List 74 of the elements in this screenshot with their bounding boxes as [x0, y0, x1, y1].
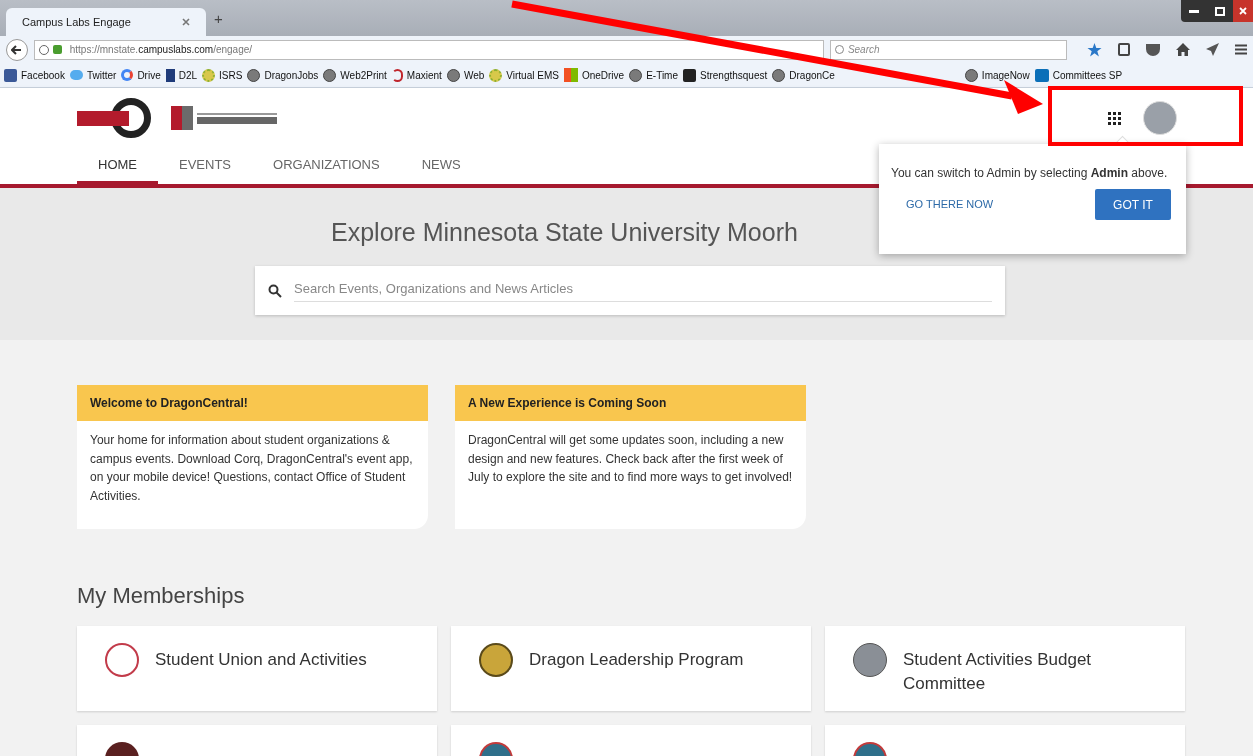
address-bar[interactable]: https://mnstate.campuslabs.com/engage/: [33, 39, 824, 60]
university-logo[interactable]: [171, 106, 277, 130]
bookmark-item[interactable]: E-Time: [629, 67, 678, 83]
send-icon[interactable]: [1206, 43, 1219, 56]
bookmark-item[interactable]: Virtual EMS: [489, 67, 559, 83]
go-there-now-link[interactable]: GO THERE NOW: [906, 196, 994, 213]
avatar[interactable]: [1143, 101, 1177, 135]
bookmark-item[interactable]: Committees SP: [1034, 67, 1123, 83]
bookmark-icon: [247, 68, 261, 82]
bookmark-icon: [772, 68, 786, 82]
menu-icon[interactable]: [1235, 44, 1247, 55]
got-it-button[interactable]: GOT IT: [1095, 189, 1171, 220]
bookmark-item[interactable]: Web: [446, 67, 485, 83]
bookmark-icon: [121, 69, 134, 81]
bookmark-item[interactable]: Web2Print: [323, 67, 387, 83]
new-tab-button[interactable]: +: [214, 7, 223, 30]
bookmark-icon: [964, 68, 978, 82]
popover-message: You can switch to Admin by selecting Admin above.: [891, 165, 1169, 182]
notice-title: Welcome to DragonCentral!: [77, 385, 428, 421]
bookmark-item[interactable]: D2L: [165, 67, 198, 83]
bookmark-icon: [4, 68, 17, 82]
home-icon[interactable]: [1176, 43, 1190, 56]
bookmark-icon: [69, 70, 83, 80]
notice-body: DragonCentral will get some updates soon, including a new design and new features. Check back after the first week of July to explore the site and to find more ways to get involved!: [467, 432, 794, 486]
bookmark-item[interactable]: ISRS: [202, 67, 243, 83]
bookmark-icon: [629, 68, 643, 82]
page-title: Explore Minnesota State University Moorh: [331, 217, 798, 248]
search-field[interactable]: Search: [829, 39, 1067, 60]
bookmark-icon: [202, 68, 216, 82]
nav-tab[interactable]: ORGANIZATIONS: [252, 148, 401, 184]
reading-list-icon[interactable]: [1118, 43, 1130, 56]
membership-card[interactable]: Student Activities Budget Committee: [825, 626, 1185, 711]
organization-logo-icon: [105, 643, 139, 677]
close-icon: [1239, 7, 1247, 15]
bookmark-item[interactable]: Facebook: [4, 67, 65, 83]
membership-card[interactable]: Dragon Leadership Program: [451, 626, 811, 711]
bookmark-icon: [1034, 68, 1049, 82]
bookmark-icon: [323, 68, 337, 82]
bookmark-item[interactable]: DragonJobs: [247, 67, 319, 83]
bookmark-item[interactable]: Maxient: [391, 67, 442, 83]
lock-icon: [52, 45, 62, 54]
organization-logo-icon: [853, 643, 887, 677]
apps-grid-icon[interactable]: [1108, 111, 1121, 125]
nav-tab[interactable]: EVENTS: [158, 148, 252, 184]
dragoncentral-logo[interactable]: [77, 96, 153, 140]
search-field[interactable]: Search Events, Organizations and News Articles: [255, 266, 1005, 315]
bookmark-icon: [391, 68, 403, 82]
section-title: My Memberships: [77, 582, 246, 610]
notice-body: Your home for information about student organizations & campus events. Download Corq, DragonCentral's event app, on your mobile device! Questions, contact Office of Student Activities.: [89, 432, 414, 505]
bookmark-icon: [165, 68, 175, 82]
nav-tab[interactable]: NEWS: [400, 148, 482, 184]
close-window-button[interactable]: [1233, 0, 1253, 22]
bookmark-icon: [683, 68, 696, 82]
bookmark-item[interactable]: DragonCe: [772, 67, 835, 83]
back-arrow-icon: [11, 44, 23, 55]
url-text: https://mnstate.campuslabs.com/engage/: [69, 43, 253, 57]
close-icon[interactable]: [182, 18, 190, 26]
bookmark-item[interactable]: Twitter: [69, 67, 117, 83]
membership-card[interactable]: Student Union and Activities: [77, 626, 437, 711]
back-button[interactable]: [6, 38, 28, 61]
nav-tab[interactable]: HOME: [77, 148, 158, 184]
search-icon: [268, 283, 282, 298]
browser-tab[interactable]: Campus Labs Engage: [6, 8, 206, 36]
bookmark-item[interactable]: Strengthsquest: [683, 67, 768, 83]
bookmark-item[interactable]: Drive: [121, 67, 161, 83]
bookmark-icon: [563, 68, 578, 82]
bookmark-icon: [489, 68, 503, 82]
pocket-icon[interactable]: [1146, 43, 1160, 56]
notice-title: A New Experience is Coming Soon: [455, 385, 806, 421]
bookmark-item[interactable]: ImageNow: [964, 67, 1030, 83]
star-icon[interactable]: [1087, 42, 1102, 57]
bookmark-icon: [446, 68, 460, 82]
organization-logo-icon: [479, 643, 513, 677]
bookmark-item[interactable]: OneDrive: [563, 67, 625, 83]
